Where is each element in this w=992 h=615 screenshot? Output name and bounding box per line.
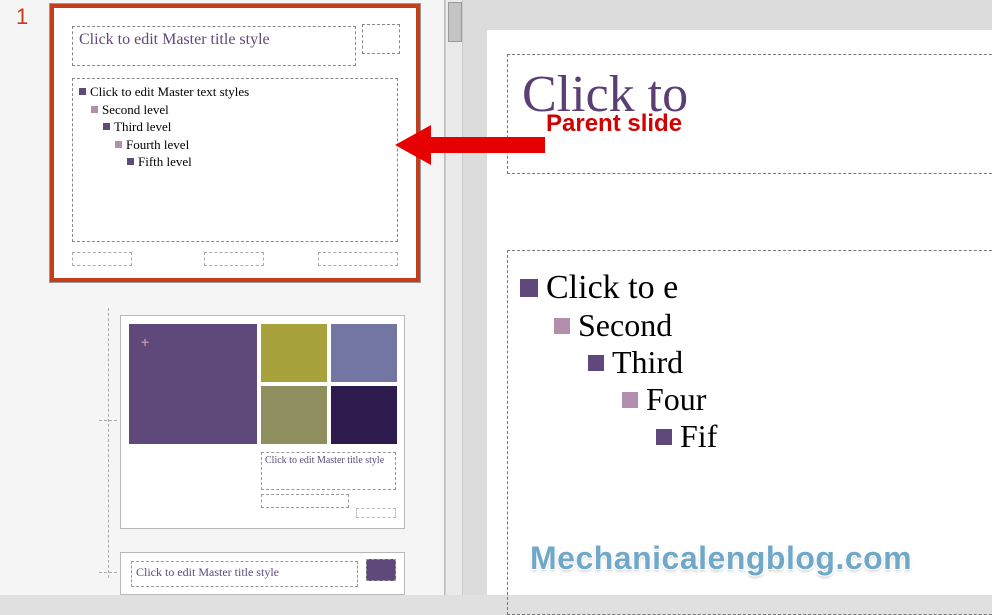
slide-number-placeholder[interactable] bbox=[362, 24, 400, 54]
decorative-block bbox=[261, 386, 327, 444]
watermark-text: Mechanicalengblog.com bbox=[530, 540, 912, 577]
decorative-block: + bbox=[129, 324, 257, 444]
body-level-5: Fifth level bbox=[138, 153, 192, 171]
bullet-icon bbox=[103, 123, 110, 130]
slide-number-placeholder[interactable] bbox=[366, 559, 396, 581]
master-body-placeholder[interactable]: Click to edit Master text styles Second … bbox=[72, 78, 398, 242]
bullet-icon bbox=[588, 355, 604, 371]
hierarchy-connector bbox=[108, 308, 109, 578]
hierarchy-connector bbox=[99, 572, 117, 573]
annotation-text: Parent slide bbox=[546, 110, 682, 138]
body-level-3: Third bbox=[612, 344, 683, 381]
layout-thumbnail[interactable]: Click to edit Master title style bbox=[120, 552, 405, 595]
bullet-icon bbox=[91, 106, 98, 113]
slide-editor-area: Click to Click to e Second Third Four Fi… bbox=[463, 0, 992, 595]
thumbnail-scrollbar[interactable] bbox=[445, 0, 463, 595]
footer-placeholder[interactable] bbox=[318, 252, 398, 266]
decorative-block bbox=[261, 324, 327, 382]
scrollbar-thumb[interactable] bbox=[448, 2, 462, 42]
body-level-4: Fourth level bbox=[126, 136, 189, 154]
body-level-4: Four bbox=[646, 381, 706, 418]
decorative-block bbox=[331, 324, 397, 382]
body-level-2: Second level bbox=[102, 101, 169, 119]
body-level-3: Third level bbox=[114, 118, 171, 136]
bullet-icon bbox=[656, 429, 672, 445]
hierarchy-connector bbox=[99, 420, 117, 421]
layout-title-placeholder[interactable]: Click to edit Master title style bbox=[131, 561, 358, 587]
bullet-icon bbox=[622, 392, 638, 408]
footer-placeholder[interactable] bbox=[356, 508, 396, 518]
bullet-icon bbox=[79, 88, 86, 95]
bullet-icon bbox=[115, 141, 122, 148]
bullet-icon bbox=[554, 318, 570, 334]
layout-title-placeholder[interactable]: Click to edit Master title style bbox=[261, 452, 396, 490]
layout-thumbnail-title-slide[interactable]: + Click to edit Master title style bbox=[120, 315, 405, 529]
footer-placeholder[interactable] bbox=[204, 252, 264, 266]
master-title-placeholder[interactable]: Click to edit Master title style bbox=[72, 26, 356, 66]
body-level-1: Click to edit Master text styles bbox=[90, 83, 249, 101]
plus-icon: + bbox=[141, 334, 149, 350]
master-slide-number: 1 bbox=[16, 4, 28, 30]
body-level-1: Click to e bbox=[546, 269, 678, 307]
slide-master-thumbnail-panel: 1 Click to edit Master title style Click… bbox=[0, 0, 445, 595]
bullet-icon bbox=[520, 279, 538, 297]
decorative-block bbox=[331, 386, 397, 444]
master-slide-thumbnail[interactable]: Click to edit Master title style Click t… bbox=[50, 4, 420, 282]
bullet-icon bbox=[127, 158, 134, 165]
footer-placeholder[interactable] bbox=[72, 252, 132, 266]
layout-subtitle-placeholder[interactable] bbox=[261, 494, 349, 508]
body-level-2: Second bbox=[578, 307, 672, 344]
body-level-5: Fif bbox=[680, 418, 717, 455]
